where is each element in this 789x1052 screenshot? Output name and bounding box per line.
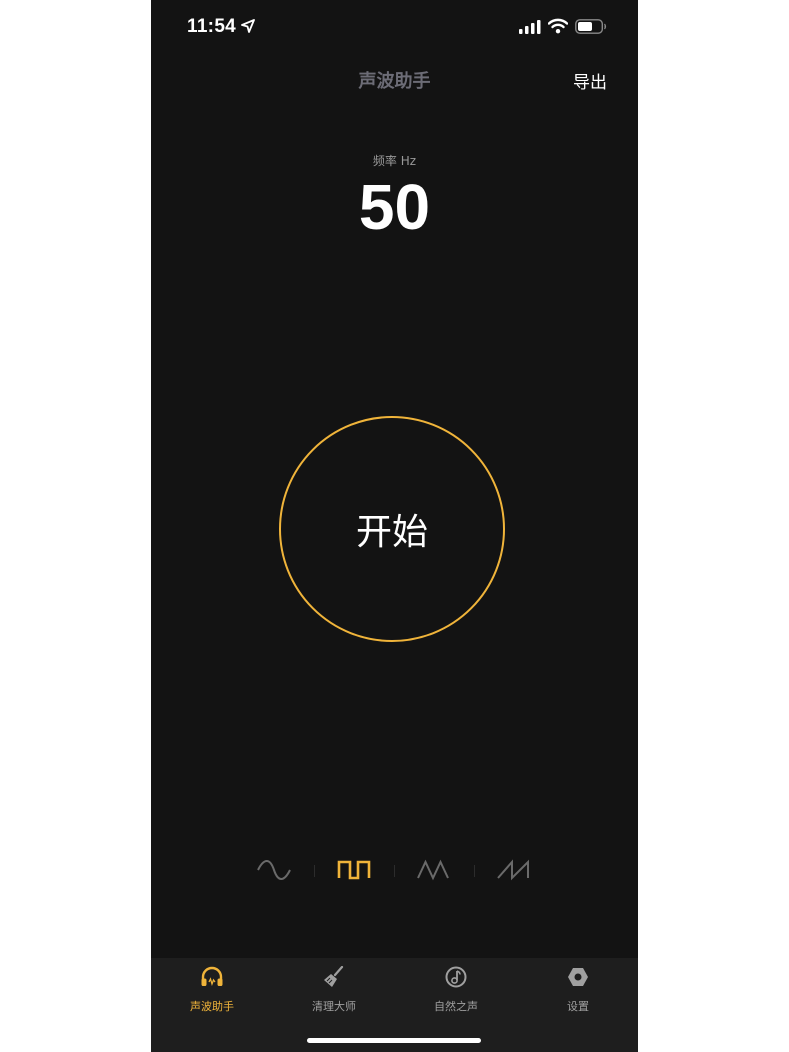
tab-nature-sounds[interactable]: 自然之声 — [395, 958, 517, 1028]
tab-label: 自然之声 — [434, 1000, 478, 1013]
square-wave-icon[interactable] — [336, 852, 372, 888]
music-note-icon — [445, 966, 467, 988]
tab-sound-assistant[interactable]: 声波助手 — [151, 958, 273, 1028]
export-button[interactable]: 导出 — [573, 68, 607, 93]
status-time: 11:54 — [187, 16, 237, 37]
gear-icon — [568, 968, 588, 986]
tab-settings[interactable]: 设置 — [517, 958, 638, 1028]
tab-bar: 声波助手 清理大师 自然之声 设置 — [151, 958, 638, 1052]
sine-wave-icon[interactable] — [256, 852, 292, 888]
battery-icon — [575, 19, 607, 34]
frequency-label: 频率 Hz — [372, 154, 417, 168]
waveform-divider — [314, 865, 315, 877]
tab-cleaner[interactable]: 清理大师 — [273, 958, 395, 1028]
tab-label: 设置 — [567, 1000, 589, 1013]
page-title: 声波助手 — [358, 71, 431, 92]
headphones-icon — [201, 966, 223, 987]
tab-label: 声波助手 — [190, 1000, 234, 1013]
tab-label: 清理大师 — [312, 1000, 356, 1013]
broom-icon — [324, 966, 344, 987]
waveform-divider — [474, 865, 475, 877]
cellular-signal-icon — [519, 20, 541, 34]
location-arrow-icon — [241, 19, 255, 33]
sawtooth-wave-icon[interactable] — [496, 852, 532, 888]
waveform-divider — [394, 865, 395, 877]
triangle-wave-icon[interactable] — [416, 852, 452, 888]
wifi-icon — [548, 18, 568, 34]
frequency-value[interactable]: 50 — [151, 170, 638, 244]
app-screen: 11:54 声波助手 导出 频率 Hz 50 开始 声波助手 清理大师 自然之声… — [151, 0, 638, 1052]
waveform-selector — [151, 852, 638, 888]
start-button[interactable]: 开始 — [279, 416, 505, 642]
start-button-label: 开始 — [355, 512, 428, 553]
home-indicator[interactable] — [307, 1038, 481, 1043]
